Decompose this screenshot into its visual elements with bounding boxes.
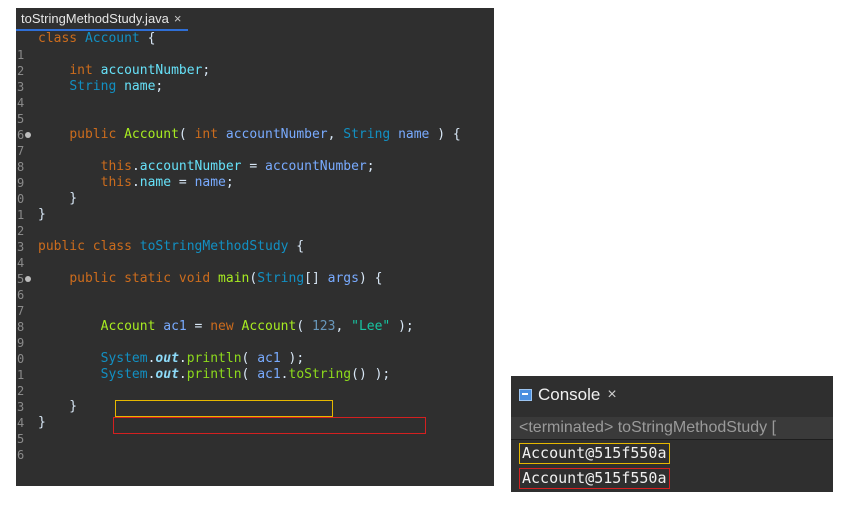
- code-text: public class toStringMethodStudy {: [38, 239, 305, 254]
- code-area[interactable]: 1 class Account { 2 3 int accountNumber;…: [16, 31, 494, 462]
- code-text: String name;: [69, 79, 164, 94]
- code-text: class Account {: [38, 31, 156, 46]
- console-icon: [519, 389, 532, 401]
- highlight-box-println-tostring: [113, 417, 426, 434]
- close-icon[interactable]: ×: [174, 11, 182, 26]
- code-text: public static void main(String[] args) {: [69, 271, 383, 286]
- code-editor[interactable]: toStringMethodStudy.java × 1 class Accou…: [16, 8, 494, 486]
- code-line: 1 System.out.println( ac1 );: [16, 351, 494, 382]
- code-line: 0 this.name = name;: [16, 175, 494, 206]
- code-line: 0: [16, 335, 494, 366]
- console-output-line: Account@515f550a: [519, 443, 670, 464]
- code-text: this.accountNumber = accountNumber;: [100, 159, 375, 174]
- code-text: }: [38, 399, 78, 414]
- code-text: }: [38, 207, 46, 222]
- editor-tab-tostringmethodstudy[interactable]: toStringMethodStudy.java ×: [16, 8, 188, 31]
- code-line: 3: [16, 383, 494, 414]
- code-line: 1 }: [16, 191, 494, 222]
- code-text: }: [38, 191, 78, 206]
- code-text: int accountNumber;: [69, 63, 211, 78]
- highlight-box-println-ac1: [115, 400, 333, 417]
- code-line: 5: [16, 95, 494, 126]
- code-line: 7 public Account( int accountNumber, Str…: [16, 127, 494, 158]
- collapse-marker-icon[interactable]: [25, 132, 31, 138]
- code-text: System.out.println( ac1 );: [100, 351, 305, 366]
- code-text: public Account( int accountNumber, Strin…: [69, 127, 461, 142]
- close-icon[interactable]: ×: [607, 386, 616, 404]
- code-text: this.name = name;: [100, 175, 234, 190]
- code-text: Account ac1 = new Account( 123, "Lee" );: [100, 319, 414, 334]
- console-view[interactable]: Console × <terminated> toStringMethodStu…: [511, 376, 833, 492]
- collapse-marker-icon[interactable]: [25, 276, 31, 282]
- code-line: 2: [16, 47, 494, 78]
- code-line: 3 int accountNumber;: [16, 63, 494, 94]
- code-line: 4 String name;: [16, 79, 494, 110]
- code-text: System.out.println( ac1.toString() );: [100, 367, 391, 382]
- code-line: 7: [16, 287, 494, 318]
- code-line: 1 class Account {: [16, 31, 494, 62]
- console-tab-label: Console: [538, 385, 601, 404]
- code-line: 3: [16, 223, 494, 254]
- code-line: 8: [16, 303, 494, 334]
- code-line: 4 public class toStringMethodStudy {: [16, 239, 494, 270]
- code-line: 8: [16, 143, 494, 174]
- console-output-line: Account@515f550a: [519, 468, 670, 489]
- screenshot-stage: toStringMethodStudy.java × 1 class Accou…: [0, 0, 861, 516]
- code-line: 9 this.accountNumber = accountNumber;: [16, 159, 494, 190]
- editor-tab-bar: toStringMethodStudy.java ×: [16, 8, 494, 31]
- code-line: 9 Account ac1 = new Account( 123, "Lee" …: [16, 319, 494, 350]
- console-status: <terminated> toStringMethodStudy [: [511, 417, 833, 440]
- tab-console[interactable]: Console ×: [511, 376, 625, 414]
- code-line: 6: [16, 111, 494, 142]
- code-line: 5: [16, 255, 494, 286]
- code-line: 2 }: [16, 207, 494, 238]
- code-line: 2 System.out.println( ac1.toString() );: [16, 367, 494, 398]
- code-text: }: [38, 415, 46, 430]
- line-number: 6: [17, 448, 25, 462]
- editor-tab-label: toStringMethodStudy.java: [21, 11, 169, 26]
- code-line: 6 public static void main(String[] args)…: [16, 271, 494, 302]
